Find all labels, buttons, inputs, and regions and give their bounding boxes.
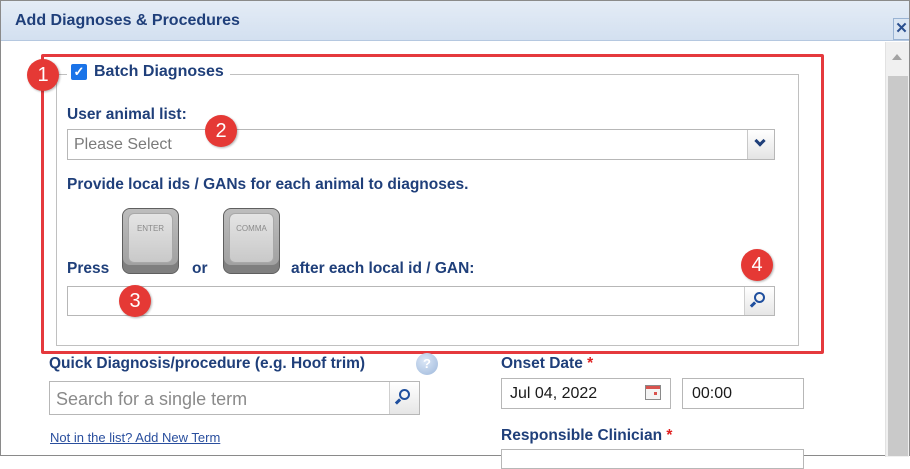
onset-date-field[interactable]: Jul 04, 2022 xyxy=(501,378,671,409)
single-term-search-placeholder: Search for a single term xyxy=(56,389,248,409)
callout-4: 4 xyxy=(741,249,773,281)
onset-time-value: 00:00 xyxy=(692,385,733,402)
required-mark: * xyxy=(666,427,673,444)
callout-1: 1 xyxy=(27,59,59,91)
onset-date-value: Jul 04, 2022 xyxy=(510,385,598,402)
term-search-button[interactable] xyxy=(389,382,419,414)
onset-date-label: Onset Date * xyxy=(501,355,593,373)
onset-date-text: Onset Date xyxy=(501,355,583,372)
onset-time-field[interactable]: 00:00 xyxy=(682,378,804,409)
responsible-clinician-select[interactable] xyxy=(501,449,804,469)
dialog-window: Add Diagnoses & Procedures ✕ ✓ Batch Dia… xyxy=(0,0,910,469)
responsible-clinician-text: Responsible Clinician xyxy=(501,427,663,444)
responsible-clinician-label: Responsible Clinician * xyxy=(501,427,672,445)
single-term-search-input[interactable]: Search for a single term xyxy=(49,381,420,415)
scroll-up-icon[interactable] xyxy=(892,54,902,60)
scroll-thumb[interactable] xyxy=(888,76,908,456)
add-new-term-link[interactable]: Not in the list? Add New Term xyxy=(50,430,220,445)
callout-2: 2 xyxy=(205,115,237,147)
highlight-box xyxy=(41,54,824,354)
vertical-scrollbar[interactable] xyxy=(885,42,909,457)
dialog-title: Add Diagnoses & Procedures xyxy=(15,12,240,29)
required-mark: * xyxy=(587,355,594,372)
callout-3: 3 xyxy=(119,285,151,317)
dialog-titlebar: Add Diagnoses & Procedures ✕ xyxy=(1,1,909,41)
close-icon[interactable]: ✕ xyxy=(893,18,909,40)
calendar-icon[interactable] xyxy=(645,385,661,400)
quick-diagnosis-label: Quick Diagnosis/procedure (e.g. Hoof tri… xyxy=(49,355,366,372)
help-icon[interactable]: ? xyxy=(416,353,438,375)
search-icon xyxy=(399,389,410,400)
